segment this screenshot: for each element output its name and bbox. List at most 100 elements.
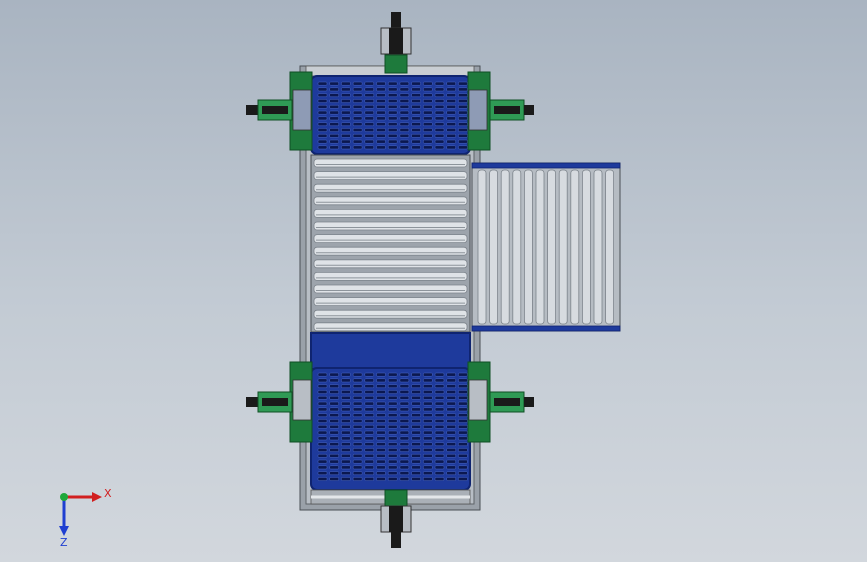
top-transfer-plate[interactable] (310, 75, 471, 155)
right-upper-cylinder[interactable] (489, 99, 534, 121)
conveyor-assembly-model[interactable] (0, 0, 867, 562)
plate-slot (329, 110, 339, 115)
plate-slot (423, 145, 433, 150)
plate-slot (329, 430, 339, 435)
plate-slot (423, 128, 433, 132)
plate-slot (458, 378, 468, 383)
roller (313, 158, 468, 168)
plate-slot (341, 407, 351, 412)
plate-slot (458, 145, 468, 150)
plate-slot (423, 390, 433, 394)
plate-slot (352, 430, 363, 435)
plate-slot (387, 145, 398, 150)
roller (313, 208, 468, 218)
plate-slot (376, 128, 386, 132)
plate-slot (446, 99, 456, 103)
plate-slot (446, 122, 456, 127)
plate-slot (399, 471, 410, 476)
plate-slot (423, 436, 433, 441)
plate-slot (364, 81, 375, 86)
plate-slot (352, 465, 363, 470)
plate-slot (341, 448, 351, 452)
plate-slot (423, 372, 433, 377)
roller (535, 169, 545, 325)
roller (605, 169, 614, 325)
plate-slot (341, 442, 351, 447)
plate-slot (399, 372, 410, 377)
plate-slot (446, 430, 456, 435)
plate-slot (329, 453, 339, 458)
top-cylinder-assembly[interactable] (380, 12, 412, 74)
plate-slot (364, 395, 375, 400)
plate-slot (434, 139, 445, 144)
plate-slot (341, 453, 351, 458)
plate-slot (364, 87, 375, 92)
left-upper-cylinder[interactable] (246, 99, 293, 121)
bottom-transfer-plate[interactable] (310, 332, 471, 491)
plate-slot (434, 378, 445, 383)
plate-slot (376, 116, 386, 121)
plate-slot (423, 401, 433, 406)
plate-slot (376, 139, 386, 144)
bottom-cylinder-assembly[interactable] (380, 489, 412, 548)
plate-slot (423, 442, 433, 447)
plate-slot (352, 448, 363, 452)
plate-slot (423, 139, 433, 144)
plate-slot (387, 110, 398, 115)
center-roller-conveyor[interactable] (310, 154, 471, 333)
plate-slot (341, 99, 351, 103)
plate-slot (341, 139, 351, 144)
plate-slot (434, 93, 445, 98)
plate-slot (341, 104, 351, 109)
plate-slot (317, 104, 328, 109)
plate-slot (317, 407, 328, 412)
plate-slot (434, 430, 445, 435)
plate-slot (341, 122, 351, 127)
plate-slot (376, 390, 386, 394)
plate-slot (387, 395, 398, 400)
side-roller-conveyor[interactable] (471, 162, 621, 332)
plate-slot (399, 116, 410, 121)
plate-slot (434, 471, 445, 476)
plate-slot (411, 471, 421, 476)
plate-slot (364, 407, 375, 412)
plate-slot (364, 145, 375, 150)
plate-slot (434, 99, 445, 103)
plate-slot (411, 430, 421, 435)
plate-slot (352, 384, 363, 389)
plate-slot (352, 99, 363, 103)
plate-slot (317, 372, 328, 377)
plate-slot (423, 122, 433, 127)
plate-slot (458, 448, 468, 452)
plate-slot (376, 87, 386, 92)
plate-slot (399, 133, 410, 138)
plate-slot (446, 128, 456, 132)
plate-slot (399, 459, 410, 464)
roller (313, 284, 468, 294)
plate-slot (352, 104, 363, 109)
plate-slot (387, 453, 398, 458)
plate-slot (341, 465, 351, 470)
plate-slot (387, 139, 398, 144)
plate-slot (317, 93, 328, 98)
plate-slot (376, 442, 386, 447)
plate-slot (387, 465, 398, 470)
plate-slot (434, 390, 445, 394)
plate-slot (329, 116, 339, 121)
roller (570, 169, 580, 325)
graphics-viewport[interactable]: X Z (0, 0, 867, 562)
plate-slot (434, 110, 445, 115)
plate-slot (399, 401, 410, 406)
plate-slot (434, 424, 445, 429)
plate-slot (329, 372, 339, 377)
plate-slot (341, 128, 351, 132)
plate-slot (387, 471, 398, 476)
plate-slot (423, 459, 433, 464)
plate-slot (376, 471, 386, 476)
plate-slot (458, 407, 468, 412)
right-lower-cylinder[interactable] (489, 391, 534, 413)
plate-slot (458, 459, 468, 464)
plate-slot (446, 424, 456, 429)
left-lower-cylinder[interactable] (246, 391, 293, 413)
plate-slot (317, 128, 328, 132)
